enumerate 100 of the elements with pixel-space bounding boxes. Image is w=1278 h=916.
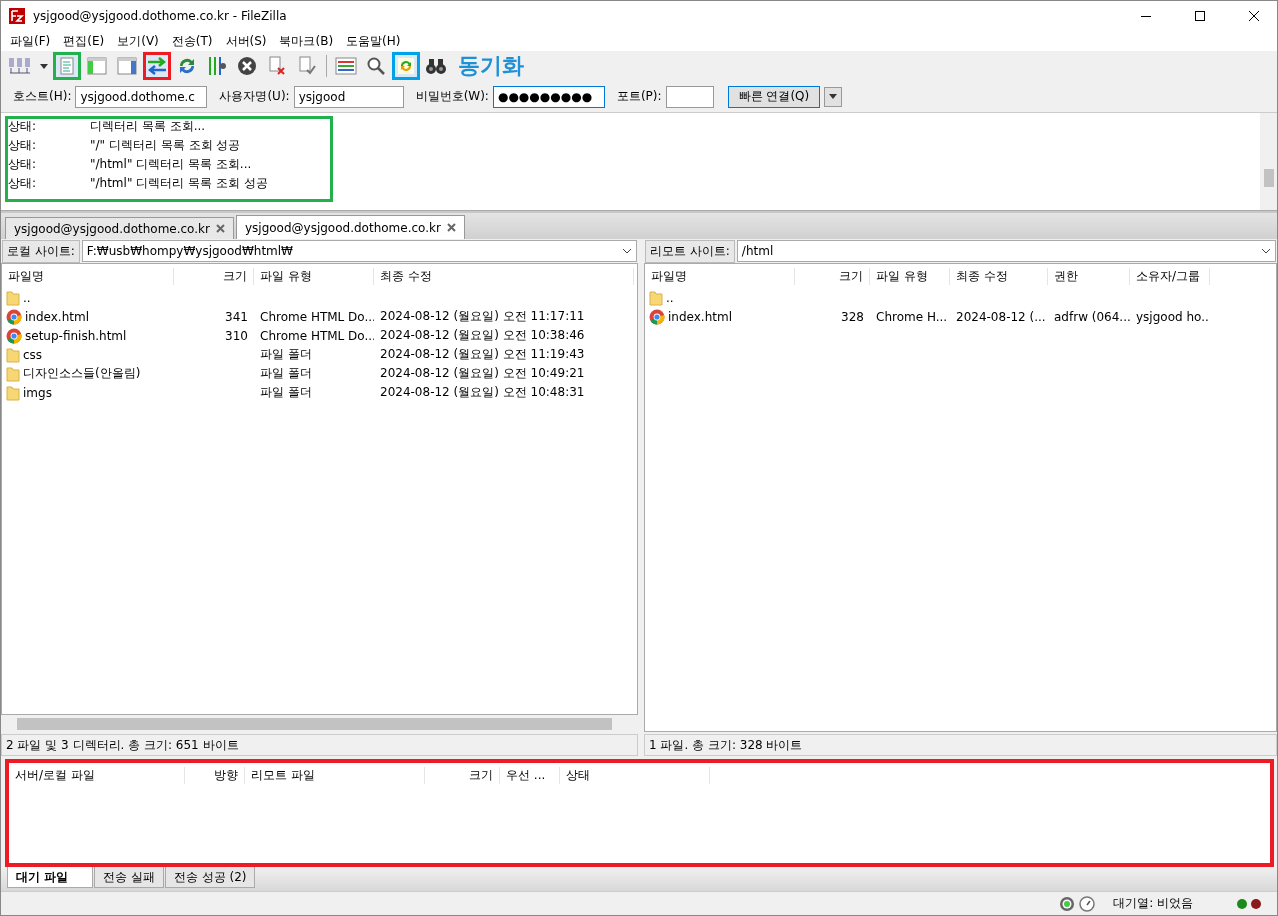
table-cell-text: 2024-08-12 (월요일) 오전 10:38:46 (379, 327, 586, 344)
log-message: "/html" 디렉터리 목록 조회 성공 (90, 175, 268, 192)
column-header[interactable]: 파일명 (2, 267, 174, 285)
table-cell-text: 310 (224, 328, 249, 343)
folder-icon (6, 384, 20, 401)
queue-tab[interactable]: 전송 실패 (94, 867, 164, 888)
speedometer-icon (1079, 895, 1096, 912)
column-header[interactable]: 소유자/그룹 (1130, 267, 1210, 285)
scrollbar[interactable] (1260, 113, 1277, 210)
column-header[interactable]: 크기 (174, 267, 254, 285)
window-icon (117, 57, 137, 75)
compare-icon (335, 57, 357, 75)
table-cell-text: ysjgood ho... (1135, 309, 1210, 324)
table-cell-text: 2024-08-12 (... (955, 309, 1047, 324)
site-label: 리모트 사이트: (645, 239, 735, 263)
app-logo-icon (9, 8, 25, 24)
file-name[interactable]: .. (23, 290, 31, 305)
chrome-icon (649, 308, 665, 325)
column-header[interactable]: 서버/로컬 파일 (9, 766, 185, 784)
window-icon (87, 57, 107, 75)
log-label: 상태: (8, 156, 38, 173)
menu-item[interactable]: 서버(S) (220, 32, 275, 50)
menu-item[interactable]: 도움말(H) (341, 32, 409, 50)
tab-label: ysjgood@ysjgood.dothome.co.kr (244, 220, 441, 235)
folder-icon (6, 346, 20, 363)
tab-label: ysjgood@ysjgood.dothome.co.kr (14, 221, 210, 236)
username-field[interactable]: ysjgood (293, 85, 404, 108)
connection-tab[interactable]: ysjgood@ysjgood.dothome.co.kr (235, 215, 465, 239)
chevron-down-icon (1261, 248, 1271, 254)
file-name[interactable]: css (23, 347, 43, 362)
log-message: 디렉터리 목록 조회... (90, 119, 206, 135)
menu-item[interactable]: 보기(V) (112, 32, 167, 50)
menu-item[interactable]: 전송(T) (166, 32, 221, 50)
queue-tab[interactable]: 전송 성공 (2) (164, 867, 256, 888)
chevron-down-icon (622, 248, 632, 254)
table-cell-text: adfrw (064... (1053, 309, 1130, 324)
path-field[interactable]: F:₩usb₩hompy₩ysjgood₩html₩ (81, 240, 637, 262)
host-field[interactable]: ysjgood.dothome.c (75, 85, 208, 108)
column-header[interactable]: 방향 (185, 766, 245, 784)
caret-icon (40, 63, 48, 69)
quickconnect-button[interactable]: 빠른 연결(Q) (727, 85, 821, 108)
dropdown-button[interactable] (824, 86, 843, 107)
table-cell-text: 파일 폴더 (259, 346, 313, 363)
connection-tab[interactable]: ysjgood@ysjgood.dothome.co.kr (5, 217, 234, 239)
table-cell-text: 2024-08-12 (월요일) 오전 11:17:11 (379, 308, 586, 325)
file-name[interactable]: .. (666, 290, 674, 305)
column-header[interactable]: 크기 (425, 766, 500, 784)
path-field[interactable]: /html (736, 240, 1276, 262)
chrome-icon (6, 327, 22, 344)
column-header[interactable]: 크기 (795, 267, 870, 285)
column-header[interactable]: 리모트 파일 (245, 766, 425, 784)
disconnect-icon (267, 56, 287, 76)
column-header[interactable]: 상태 (560, 766, 710, 784)
column-header[interactable]: 파일 유형 (254, 267, 374, 285)
field-label: 호스트(H): (13, 88, 72, 105)
server-list-icon (8, 56, 32, 76)
close-icon[interactable] (215, 224, 225, 233)
table-cell-text: 341 (224, 309, 249, 324)
status-text: 2 파일 및 3 디렉터리. 총 크기: 651 바이트 (1, 734, 638, 756)
site-label: 로컬 사이트: (2, 239, 80, 263)
table-cell-text: 2024-08-12 (월요일) 오전 10:48:31 (379, 384, 586, 401)
caret-icon (829, 94, 838, 99)
folder-icon (6, 365, 20, 382)
minimize-icon (1141, 15, 1151, 17)
close-icon (1249, 11, 1259, 21)
menu-item[interactable]: 북마크(B) (274, 32, 342, 50)
column-header[interactable]: 최종 수정 (374, 267, 634, 285)
column-header[interactable]: 파일명 (645, 267, 795, 285)
menu-item[interactable]: 파일(F) (5, 32, 59, 50)
file-name[interactable]: setup-finish.html (25, 328, 127, 343)
folder-icon (649, 289, 663, 306)
column-header[interactable]: 최종 수정 (950, 267, 1048, 285)
status-light (1251, 898, 1261, 909)
table-cell-text: Chrome HTML Do... (259, 328, 374, 343)
window-title: ysjgood@ysjgood.dothome.co.kr - FileZilla (33, 9, 288, 23)
password-field[interactable]: ●●●●●●●●● (492, 85, 605, 108)
table-cell-text: 2024-08-12 (월요일) 오전 10:49:21 (379, 365, 586, 382)
chrome-icon (6, 308, 22, 325)
menu-item[interactable]: 편집(E) (58, 32, 113, 50)
table-cell-text: 파일 폴더 (259, 384, 313, 401)
column-header[interactable]: 파일 유형 (870, 267, 950, 285)
status-text: 1 파일. 총 크기: 328 바이트 (644, 734, 1277, 756)
table-cell-text: Chrome HTML Do... (259, 309, 374, 324)
port-field[interactable] (665, 85, 714, 108)
file-name[interactable]: imgs (23, 385, 52, 400)
search-icon (366, 56, 386, 76)
queue-status: 대기열: 비었음 (1113, 895, 1193, 912)
cancel-icon (237, 56, 257, 76)
binoculars-icon (425, 57, 447, 75)
close-icon[interactable] (446, 223, 456, 232)
annotation-label: 동기화 (458, 52, 524, 80)
field-label: 사용자명(U): (219, 88, 290, 105)
file-name[interactable]: index.html (25, 309, 89, 324)
queue-tab[interactable]: 대기 파일 (7, 867, 93, 888)
column-header[interactable]: 권한 (1048, 267, 1130, 285)
file-name[interactable]: 디자인소스들(안올림) (23, 365, 141, 382)
file-name[interactable]: index.html (668, 309, 732, 324)
status-light (1237, 898, 1247, 909)
table-cell-text: 파일 폴더 (259, 365, 313, 382)
column-header[interactable]: 우선 ... (500, 766, 560, 784)
